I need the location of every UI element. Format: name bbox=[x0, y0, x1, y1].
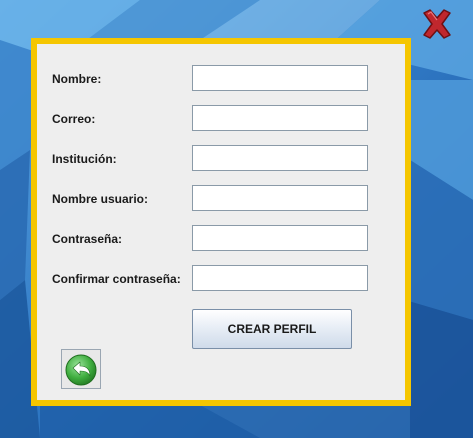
close-icon bbox=[423, 9, 451, 39]
back-button[interactable] bbox=[61, 349, 101, 389]
nombre-field[interactable] bbox=[192, 65, 368, 91]
form-row-institucion: Institución: bbox=[37, 145, 405, 173]
form-row-confirmar-contrasena: Confirmar contraseña: bbox=[37, 265, 405, 293]
institucion-field[interactable] bbox=[192, 145, 368, 171]
confirmar-contrasena-field[interactable] bbox=[192, 265, 368, 291]
close-button[interactable] bbox=[420, 8, 454, 40]
nombre-usuario-field[interactable] bbox=[192, 185, 368, 211]
contrasena-label: Contraseña: bbox=[52, 232, 123, 246]
form-row-correo: Correo: bbox=[37, 105, 405, 133]
correo-field[interactable] bbox=[192, 105, 368, 131]
create-profile-button[interactable]: CREAR PERFIL bbox=[192, 309, 352, 349]
confirmar-contrasena-label: Confirmar contraseña: bbox=[52, 272, 181, 286]
form-row-nombre: Nombre: bbox=[37, 65, 405, 93]
form-row-contrasena: Contraseña: bbox=[37, 225, 405, 253]
form-row-nombre-usuario: Nombre usuario: bbox=[37, 185, 405, 213]
institucion-label: Institución: bbox=[52, 152, 117, 166]
nombre-label: Nombre: bbox=[52, 72, 102, 86]
profile-form-panel: Nombre: Correo: Institución: Nombre usua… bbox=[31, 38, 411, 406]
back-arrow-icon bbox=[65, 354, 97, 386]
correo-label: Correo: bbox=[52, 112, 96, 126]
contrasena-field[interactable] bbox=[192, 225, 368, 251]
nombre-usuario-label: Nombre usuario: bbox=[52, 192, 149, 206]
